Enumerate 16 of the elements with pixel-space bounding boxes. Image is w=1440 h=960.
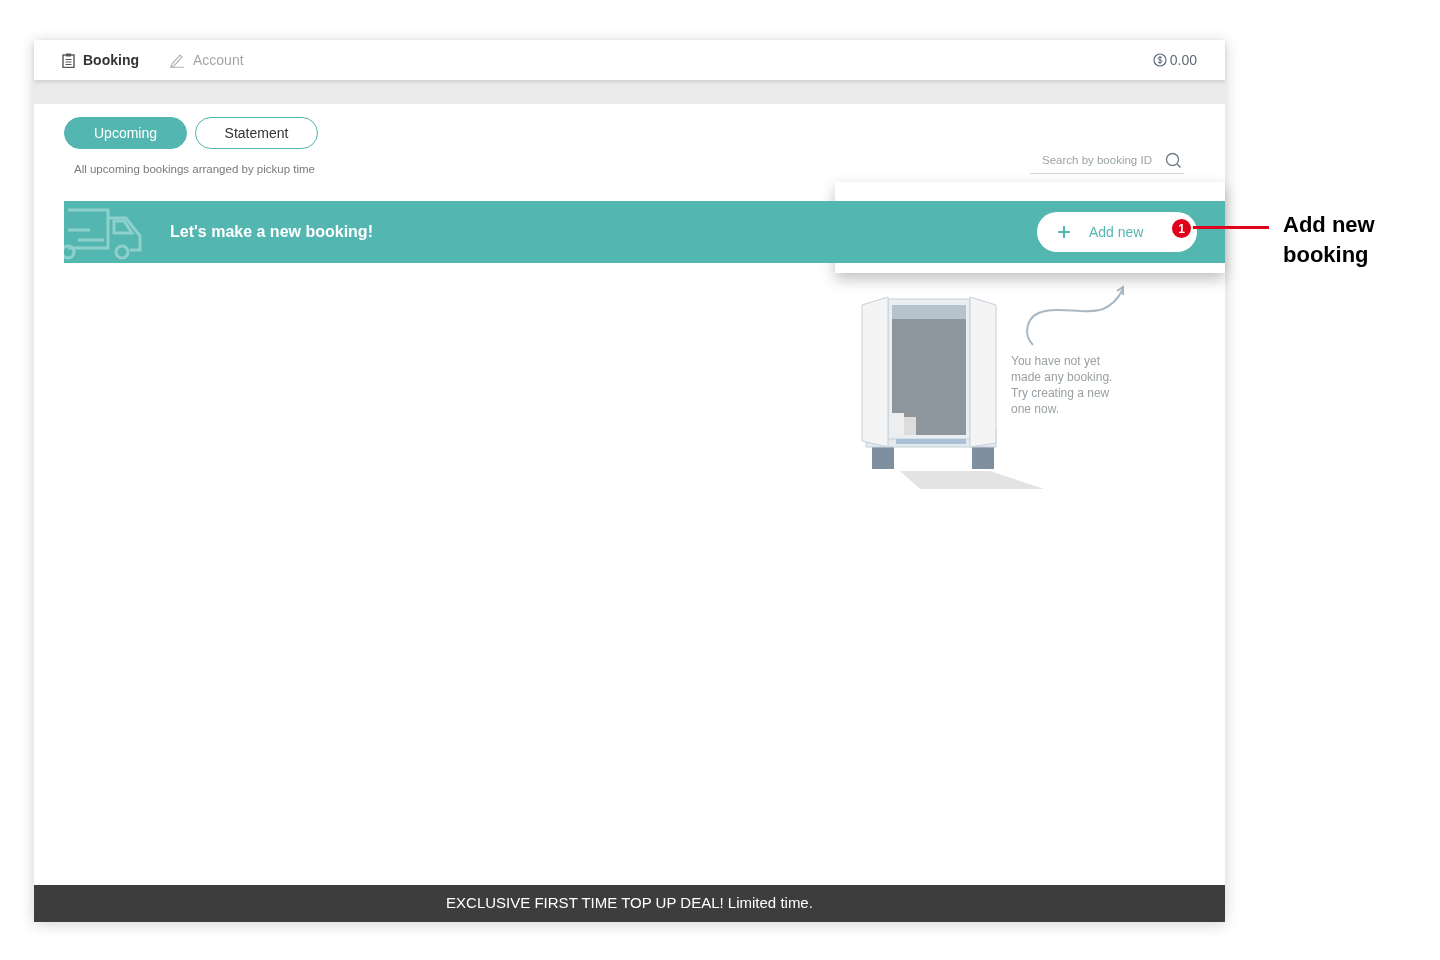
callout-label: Add new booking: [1283, 211, 1376, 269]
search-icon[interactable]: [1165, 152, 1182, 169]
plus-icon: [1057, 225, 1071, 240]
filter-tab[interactable]: Statement: [195, 117, 318, 149]
banner-title: Let's make a new booking!: [170, 222, 373, 243]
empty-state-message: You have not yet made any booking. Try creating a new one now.: [1011, 353, 1114, 418]
dollar-coin-icon: [1152, 53, 1167, 67]
filter-tab[interactable]: Upcoming: [64, 117, 187, 149]
pencil-icon: [169, 52, 185, 68]
nav-tab[interactable]: Account: [169, 49, 244, 71]
clipboard-icon: [62, 52, 75, 68]
search-field[interactable]: Search by booking ID: [1030, 147, 1184, 174]
tab-caption: All upcoming bookings arranged by pickup time: [74, 162, 316, 177]
nav-tab[interactable]: Booking: [62, 49, 139, 71]
promo-text: EXCLUSIVE FIRST TIME TOP UP DEAL! Limited time.: [446, 893, 813, 914]
balance-amount: 0.00: [1169, 50, 1197, 70]
